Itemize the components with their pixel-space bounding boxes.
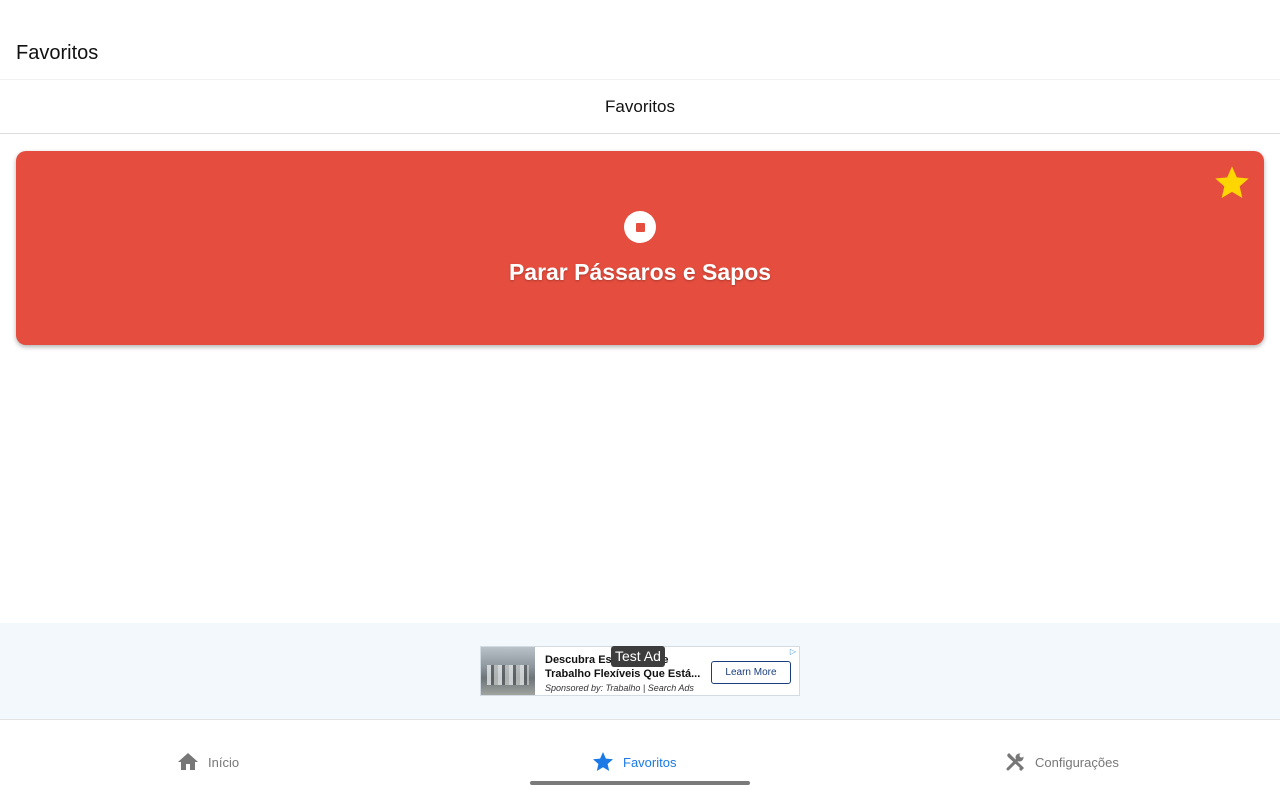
nav-item-label: Favoritos [623,754,677,770]
ad-sponsor-text: Sponsored by: Trabalho | Search Ads [545,683,694,693]
test-ad-badge: Test Ad [611,646,665,667]
app-bar: Favoritos [0,0,1280,80]
ad-title-line2: Trabalho Flexíveis Que Está... [545,668,701,680]
favorite-card-parar-passaros-e-sapos[interactable]: Parar Pássaros e Sapos [16,151,1264,345]
gesture-navigation-bar[interactable] [530,781,750,785]
star-icon[interactable] [1212,163,1252,203]
star-icon [591,750,615,774]
nav-item-inicio[interactable]: Início [176,750,239,774]
ad-container: Descubra Esde Trabalho Flexíveis Que Est… [0,623,1280,719]
home-icon [176,750,200,774]
tools-icon [1003,750,1027,774]
nav-item-configuracoes[interactable]: Configurações [1003,750,1119,774]
ad-image [481,647,535,695]
ad-learn-more-button[interactable]: Learn More [711,661,791,684]
ad-choices-icon[interactable]: ▷ [788,647,798,657]
app-root: Favoritos Favoritos Parar Pássaros e Sap… [0,0,1280,800]
stop-circle-icon [624,211,656,243]
nav-item-label: Início [208,754,240,770]
bottom-navigation: Início Favoritos Configurações [0,719,1280,800]
page-title: Favoritos [16,42,99,64]
nav-item-favoritos[interactable]: Favoritos [591,750,676,774]
favorite-card-label: Parar Pássaros e Sapos [508,259,772,285]
nav-item-label: Configurações [1035,754,1119,770]
section-header: Favoritos [0,81,1280,134]
